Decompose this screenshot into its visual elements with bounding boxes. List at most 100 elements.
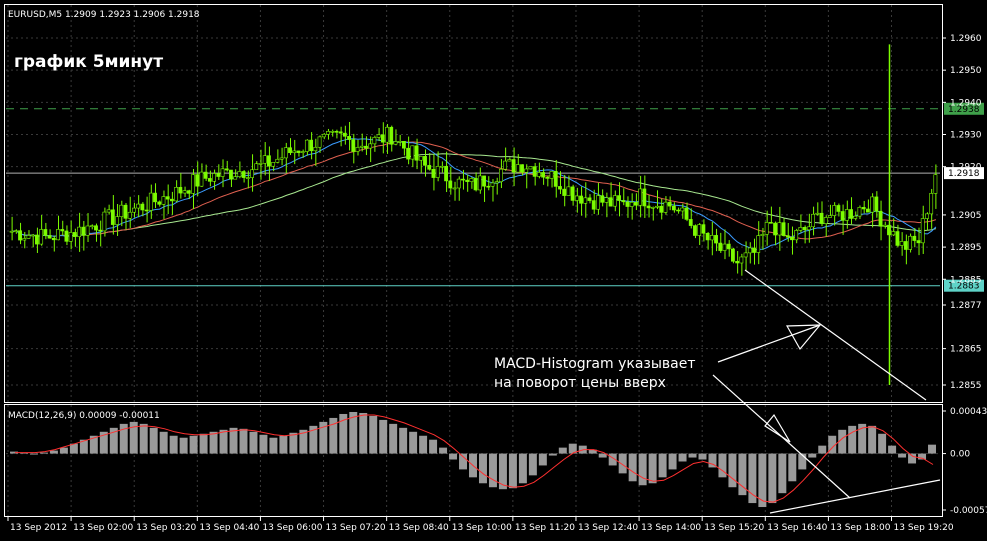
candle-body [22,238,27,241]
time-axis: 13 Sep 2012 13 Sep 02:00 13 Sep 03:20 13 Se… [7,517,954,533]
macd-bar [289,432,298,454]
candle-body [929,193,934,215]
candle-body [406,147,411,160]
macd-bar [439,447,448,454]
candle-body [659,205,664,213]
candle-body [494,181,499,184]
macd-bar [449,453,458,460]
candle-body [895,231,900,246]
symbol-info: EURUSD,M5 1.2909 1.2923 1.2906 1.2918 [8,10,200,20]
price-tick-label: 1.2895 [950,243,982,253]
candle-body [338,131,343,134]
macd-tick-label: 0.00043 [950,407,987,417]
candle-body [499,168,503,182]
candle-body [604,197,609,203]
candle-body [174,187,179,202]
macd-bar [219,429,228,454]
candle-body [832,205,837,216]
candle-body [933,174,938,194]
macd-bar [668,453,677,470]
candle-body [916,240,921,244]
candle-body [224,168,229,171]
macd-bar [209,431,218,454]
candle-body [456,178,461,189]
candle-body [220,168,225,177]
candle-body [638,188,643,206]
candle-body [908,235,912,250]
candle-body [300,151,305,153]
candle-body [439,165,444,168]
macd-bar [189,435,198,454]
candle-body [688,219,693,226]
macd-bar [429,439,438,454]
candle-body [132,207,136,213]
candle-body [262,155,267,164]
price-macd-chart[interactable]: 1.29381.29181.2883 1.29601.29501.29401.2… [0,0,987,541]
macd-bar [159,431,168,454]
macd-tick-label: 0.00 [950,450,970,460]
candle-body [684,207,689,220]
candle-body [267,155,271,167]
macd-bar [528,453,537,476]
price-tick-label: 1.2905 [950,211,982,221]
macd-bar [678,453,687,462]
time-tick-label: 13 Sep 04:40 [199,523,259,533]
candle-body [566,186,571,196]
candle-body [85,225,90,236]
candle-body [296,150,301,153]
candle-body [642,188,647,207]
macd-bar [149,427,158,454]
candle-body [195,174,200,187]
candle-body [81,226,86,236]
candle-body [655,205,659,208]
candle-body [165,196,170,200]
candle-body [250,169,254,178]
candle-body [106,209,111,213]
candle-body [553,171,558,187]
candle-body [115,216,119,225]
candle-body [739,256,744,264]
candle-body [241,171,246,178]
candle-body [13,230,18,232]
candle-body [882,224,887,227]
candle-body [376,134,381,138]
macd-bar [508,453,517,489]
candle-body [726,243,731,250]
candle-body [9,230,14,233]
price-tick-label: 1.2940 [950,98,982,108]
candle-body [731,248,735,262]
annotation-line-1: MACD-Histogram указывает [494,356,696,372]
candle-body [212,173,216,182]
candle-body [64,230,69,242]
macd-bar [778,453,787,494]
macd-bar [548,453,557,456]
candle-body [157,201,162,205]
macd-bar [848,425,857,454]
candle-body [844,209,849,221]
time-tick-label: 13 Sep 11:20 [515,523,575,533]
candle-body [39,229,44,245]
candle-body [912,235,917,241]
candle-body [136,203,141,209]
candle-body [207,178,212,182]
candle-body [629,202,634,207]
macd-bar [59,447,68,454]
candle-body [364,145,368,149]
macd-bar [269,437,278,454]
candle-body [469,178,474,182]
macd-label: MACD(12,26,9) 0.00009 -0.00011 [8,411,160,421]
macd-bar [359,412,368,454]
candle-body [89,225,94,228]
time-tick-label: 13 Sep 15:20 [704,523,764,533]
candle-body [199,171,204,187]
time-tick-label: 13 Sep 06:00 [262,523,322,533]
candle-body [524,168,529,173]
macd-bar [488,453,497,488]
candle-body [747,247,752,254]
candle-body [532,166,537,177]
candle-body [714,235,718,244]
macd-bar [618,453,627,474]
candle-body [802,227,807,231]
candle-body [161,196,166,205]
candle-body [427,165,432,170]
